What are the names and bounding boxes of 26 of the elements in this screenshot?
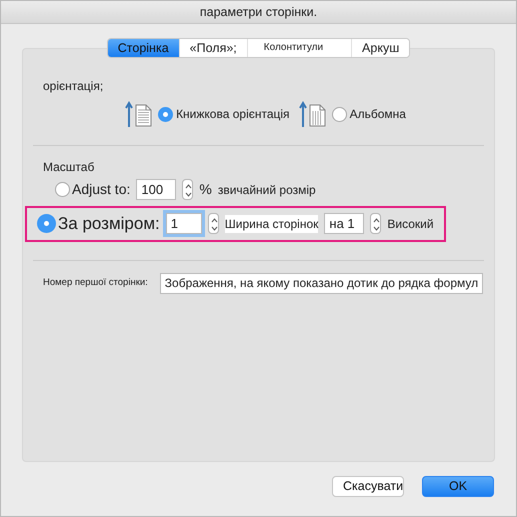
pages-tall-label: Високий xyxy=(387,216,434,233)
radio-label: Альбомна xyxy=(350,106,406,123)
pages-wide-field[interactable]: 1 xyxy=(166,213,202,234)
pages-tall-field[interactable]: на 1 xyxy=(324,213,364,234)
section-label: Масштаб xyxy=(43,159,96,176)
stepper[interactable] xyxy=(208,213,219,234)
stepper[interactable] xyxy=(182,179,194,200)
field-label: Номер першої сторінки: xyxy=(43,276,148,290)
radio-label: За розміром: xyxy=(58,213,160,235)
unit-label: % xyxy=(199,180,212,199)
stepper[interactable] xyxy=(370,213,382,234)
radio-button[interactable] xyxy=(332,106,347,122)
radio-button[interactable] xyxy=(55,182,70,197)
scale-field[interactable]: 100 xyxy=(136,179,176,200)
radio-label: Adjust to: xyxy=(72,180,130,199)
pages-wide-label: Ширина сторінок xyxy=(224,214,318,233)
dialog-button[interactable]: Скасувати xyxy=(332,476,404,497)
radio-label: Книжкова орієнтація xyxy=(176,106,290,123)
radio-button[interactable] xyxy=(158,106,174,122)
radio-button[interactable] xyxy=(37,214,56,234)
window-title: параметри сторінки. xyxy=(200,4,318,21)
first-page-field[interactable]: Зображення, на якому показано дотик до рядка формул xyxy=(160,272,484,294)
tab[interactable]: Сторінка xyxy=(108,39,180,57)
scale-note: звичайний розмір xyxy=(218,182,316,198)
section-label: орієнтація; xyxy=(43,78,104,95)
dialog-button[interactable]: OK xyxy=(422,476,494,497)
